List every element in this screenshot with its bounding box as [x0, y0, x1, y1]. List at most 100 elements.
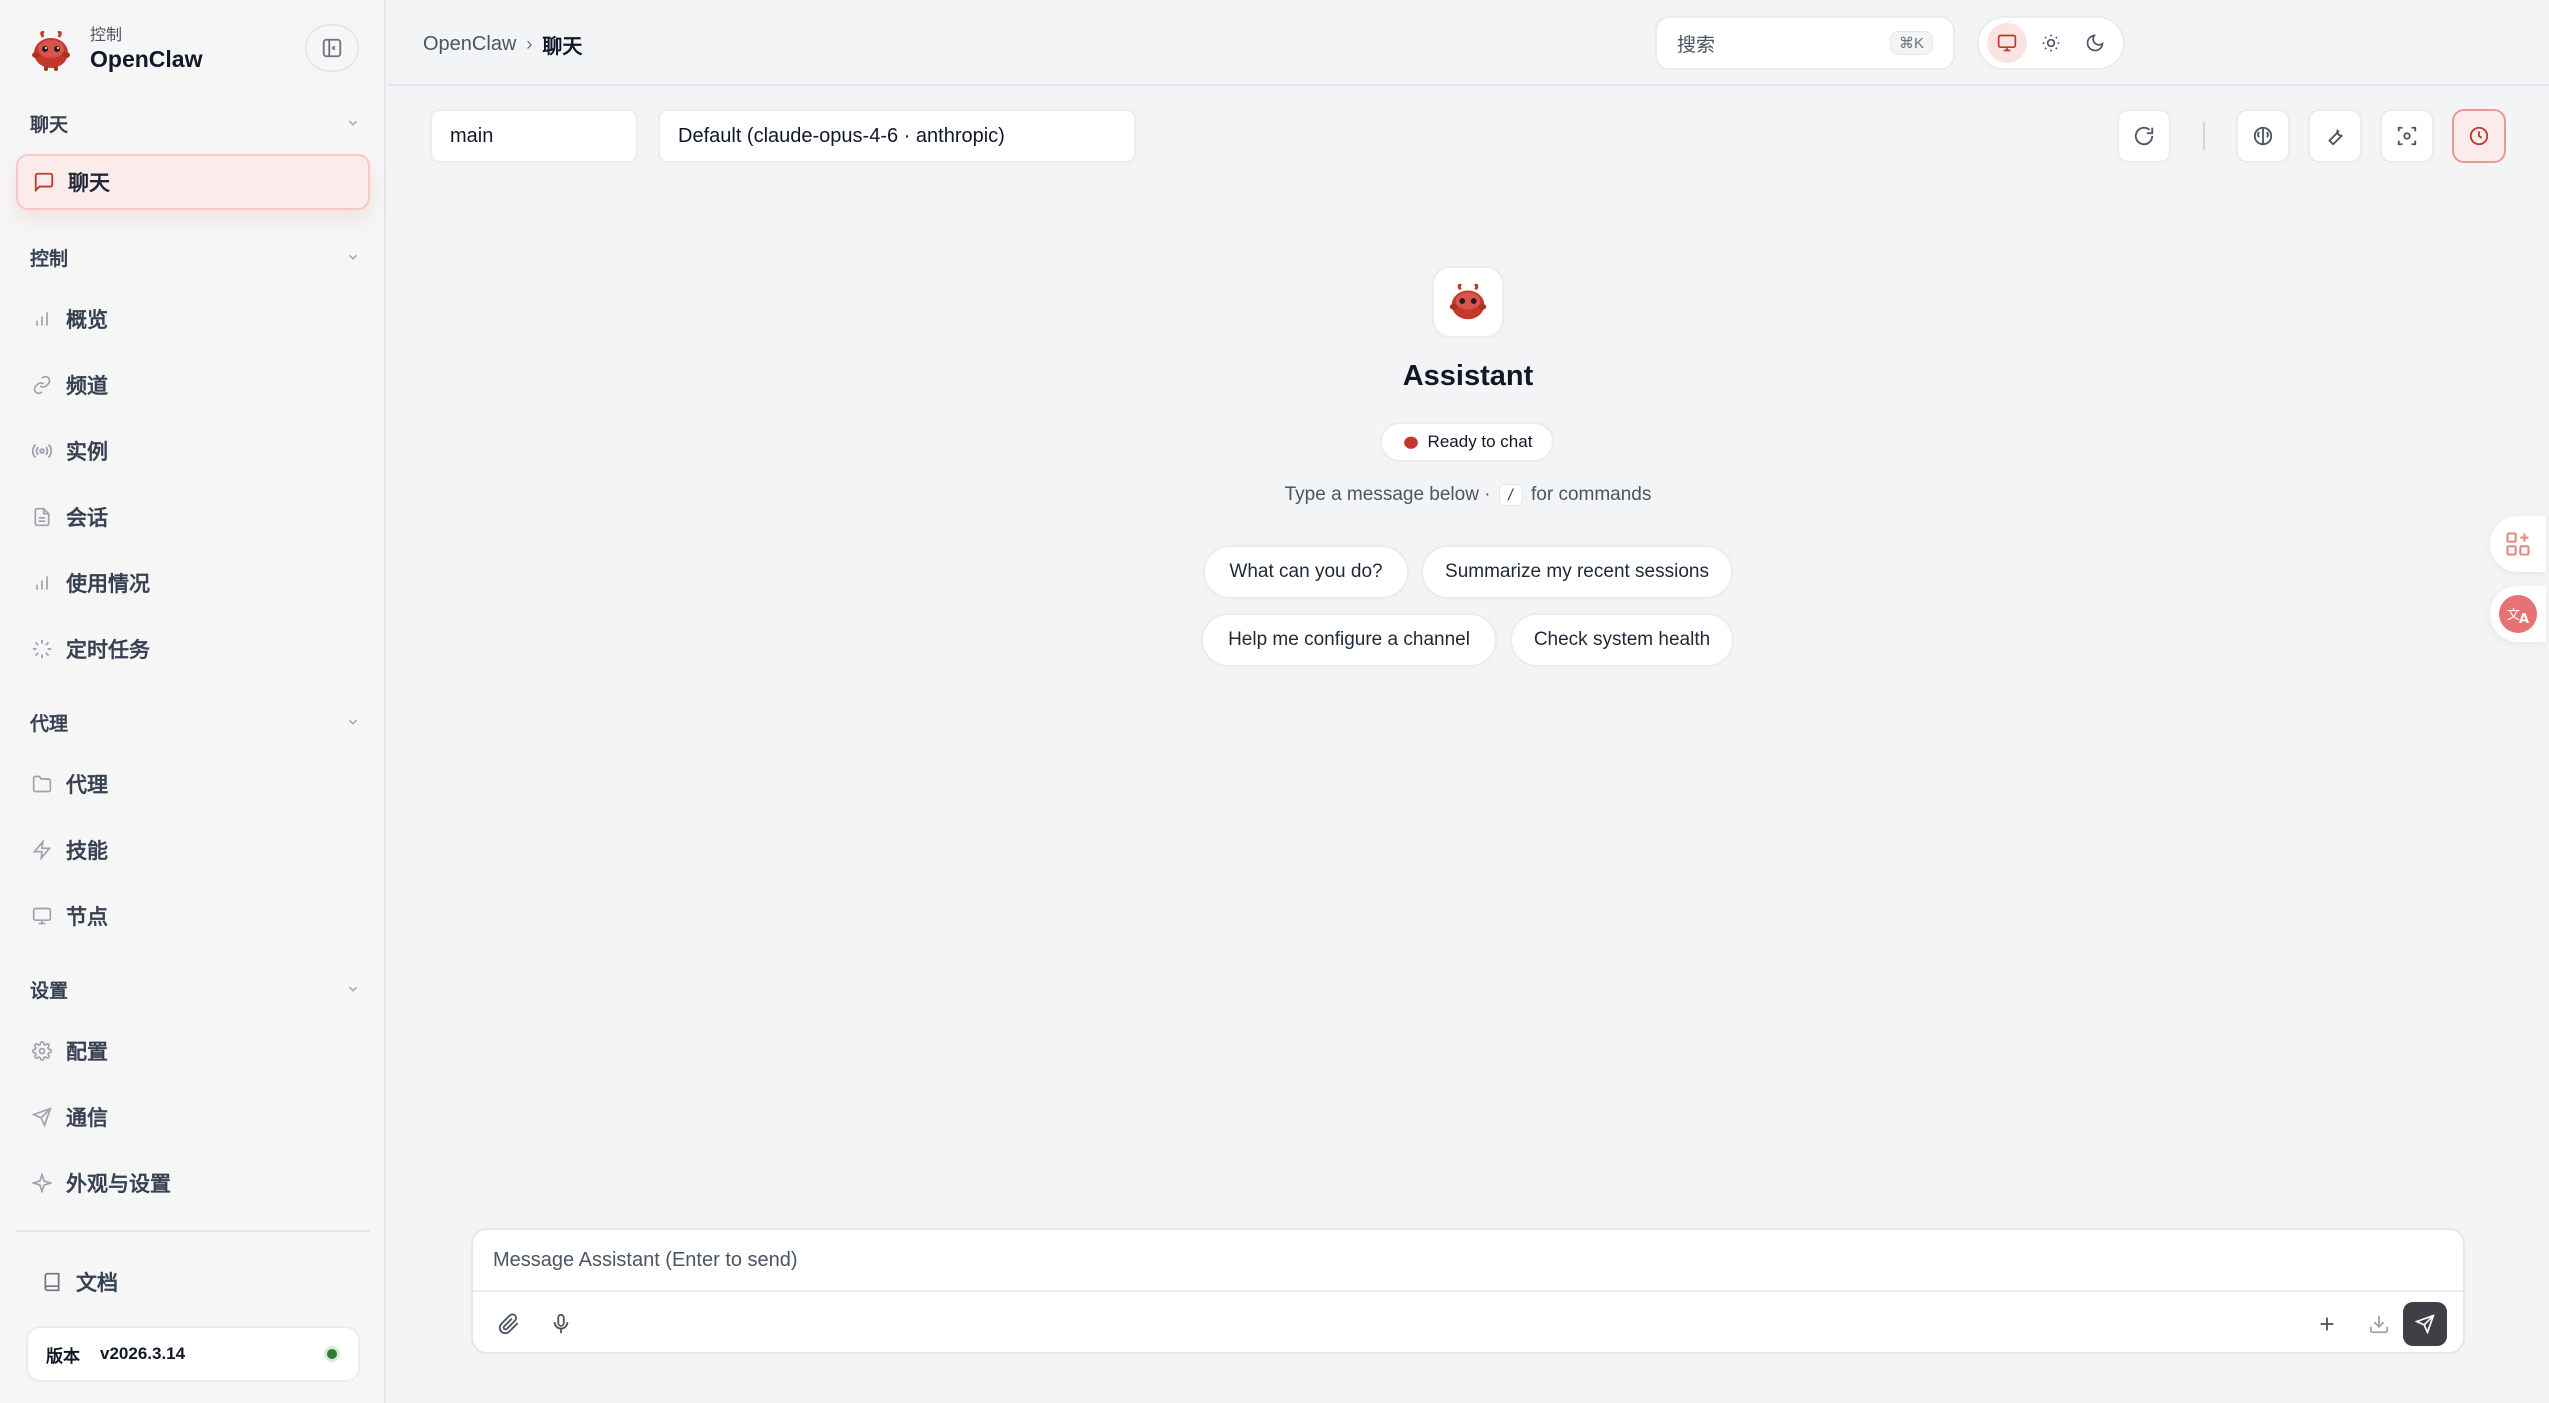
- search-placeholder: 搜索: [1677, 34, 1716, 56]
- theme-dark-button[interactable]: [2075, 23, 2115, 63]
- sidebar-item-label: 定时任务: [66, 639, 150, 662]
- search-shortcut: ⌘K: [1889, 31, 1933, 55]
- sidebar-item-label: 技能: [66, 840, 108, 863]
- sidebar-item-channels[interactable]: 频道: [16, 357, 370, 413]
- history-button[interactable]: [2452, 109, 2506, 163]
- sidebar: 控制 OpenClaw 聊天 聊天 控制 概览 频道 实例 会话 使用情况 定时…: [0, 0, 386, 1403]
- new-session-button[interactable]: [2309, 1306, 2345, 1342]
- openclaw-logo-icon: [1449, 283, 1487, 320]
- status-online-indicator: [324, 1346, 340, 1362]
- docs-label: 文档: [76, 1272, 118, 1295]
- send-button[interactable]: [2403, 1302, 2447, 1346]
- refresh-button[interactable]: [2117, 109, 2171, 163]
- breadcrumb-root[interactable]: OpenClaw: [423, 33, 516, 56]
- brand[interactable]: 控制 OpenClaw: [26, 22, 202, 78]
- model-value: Default (claude-opus-4-6 · anthropic): [678, 124, 1005, 147]
- chevron-down-icon: [348, 120, 358, 126]
- download-icon: [2369, 1315, 2389, 1334]
- zap-icon: [32, 840, 52, 860]
- sidebar-divider: [16, 1230, 370, 1232]
- section-agents-title: 代理: [30, 713, 69, 735]
- refresh-icon: [2134, 126, 2154, 146]
- apps-add-icon: [2506, 532, 2530, 556]
- paperclip-icon: [498, 1313, 519, 1335]
- wrench-icon: [2328, 129, 2343, 146]
- assistant-avatar: [1432, 266, 1504, 338]
- section-settings-title: 设置: [30, 980, 69, 1002]
- focus-mode-button[interactable]: [2380, 109, 2434, 163]
- folder-icon: [32, 775, 52, 793]
- suggestion-chip[interactable]: Summarize my recent sessions: [1421, 545, 1733, 599]
- clock-icon: [2469, 126, 2489, 146]
- sparkle-icon: [32, 1173, 52, 1193]
- section-chat-header[interactable]: 聊天: [30, 108, 360, 138]
- breadcrumb: OpenClaw › 聊天: [423, 30, 582, 59]
- composer: [471, 1228, 2465, 1354]
- attach-button[interactable]: [491, 1306, 527, 1342]
- svg-text:A: A: [2519, 612, 2529, 627]
- sidebar-item-label: 会话: [66, 507, 108, 530]
- tools-button[interactable]: [2308, 109, 2362, 163]
- docs-link[interactable]: 文档: [28, 1254, 118, 1310]
- plus-icon: [2320, 1317, 2334, 1331]
- section-settings-header[interactable]: 设置: [30, 974, 360, 1004]
- model-select[interactable]: Default (claude-opus-4-6 · anthropic): [658, 109, 1136, 163]
- voice-input-button[interactable]: [543, 1306, 579, 1342]
- openclaw-logo-icon: [32, 31, 70, 71]
- moon-icon: [2086, 34, 2104, 52]
- export-button[interactable]: [2361, 1306, 2397, 1342]
- book-icon: [44, 1272, 60, 1292]
- send-icon: [2415, 1314, 2435, 1334]
- search-input[interactable]: 搜索 ⌘K: [1655, 16, 1955, 70]
- sidebar-item-usage[interactable]: 使用情况: [16, 555, 370, 611]
- microphone-icon: [553, 1313, 569, 1334]
- sidebar-item-skills[interactable]: 技能: [16, 822, 370, 878]
- breadcrumb-separator: ›: [526, 34, 533, 54]
- sidebar-item-cron-jobs[interactable]: 定时任务: [16, 621, 370, 677]
- section-agents-header[interactable]: 代理: [30, 707, 360, 737]
- message-square-icon: [34, 172, 54, 193]
- gear-icon: [32, 1041, 52, 1061]
- section-control-header[interactable]: 控制: [30, 242, 360, 272]
- bar-chart-icon: [36, 576, 48, 590]
- sidebar-item-chat[interactable]: 聊天: [16, 154, 370, 210]
- monitor-icon: [32, 907, 52, 925]
- suggestion-chip[interactable]: What can you do?: [1203, 545, 1409, 599]
- chevron-down-icon: [348, 986, 358, 992]
- sidebar-item-nodes[interactable]: 节点: [16, 888, 370, 944]
- hint-text-after: for commands: [1531, 484, 1652, 505]
- chevron-down-icon: [348, 254, 358, 260]
- message-input[interactable]: [473, 1230, 2463, 1292]
- command-hint: Type a message below · / for commands: [1168, 484, 1768, 506]
- suggestion-chip[interactable]: Help me configure a channel: [1201, 613, 1497, 667]
- collapse-sidebar-button[interactable]: [305, 24, 359, 72]
- sidebar-item-label: 代理: [66, 774, 108, 797]
- sidebar-item-communication[interactable]: 通信: [16, 1089, 370, 1145]
- sidebar-item-label: 频道: [66, 375, 108, 398]
- extension-apps-button[interactable]: [2490, 516, 2546, 572]
- sidebar-item-label: 节点: [66, 906, 108, 929]
- hint-slash-key: /: [1498, 484, 1523, 506]
- sidebar-item-overview[interactable]: 概览: [16, 291, 370, 347]
- translate-button[interactable]: 文A: [2490, 586, 2546, 642]
- section-control-title: 控制: [30, 248, 69, 270]
- suggestion-chip[interactable]: Check system health: [1510, 613, 1734, 667]
- assistant-title: Assistant: [1402, 360, 1534, 392]
- sidebar-item-instances[interactable]: 实例: [16, 423, 370, 479]
- sidebar-item-config[interactable]: 配置: [16, 1023, 370, 1079]
- theme-system-button[interactable]: [1987, 23, 2027, 63]
- loader-icon: [32, 639, 52, 659]
- brand-name: OpenClaw: [90, 46, 203, 72]
- link-icon: [33, 375, 51, 395]
- hint-text-before: Type a message below ·: [1284, 484, 1491, 505]
- chevron-down-icon: [348, 719, 358, 725]
- session-select[interactable]: main: [430, 109, 638, 163]
- sidebar-item-appearance[interactable]: 外观与设置: [16, 1155, 370, 1211]
- thinking-toggle-button[interactable]: [2236, 109, 2290, 163]
- file-text-icon: [34, 507, 50, 527]
- theme-light-button[interactable]: [2031, 23, 2071, 63]
- monitor-icon: [1997, 34, 2017, 52]
- sidebar-item-label: 概览: [66, 309, 108, 332]
- sidebar-item-agents[interactable]: 代理: [16, 756, 370, 812]
- sidebar-item-sessions[interactable]: 会话: [16, 489, 370, 545]
